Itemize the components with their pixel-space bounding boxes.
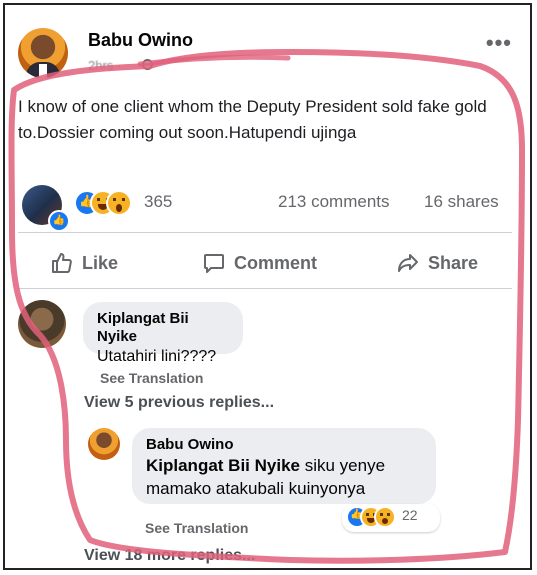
comment-label: Comment bbox=[234, 252, 318, 273]
author-avatar[interactable] bbox=[18, 28, 68, 78]
see-translation-link[interactable]: See Translation bbox=[100, 370, 203, 386]
comment-bubble-icon bbox=[204, 254, 224, 273]
reply-author-avatar[interactable] bbox=[88, 428, 120, 460]
more-options-icon[interactable]: ••• bbox=[486, 32, 512, 54]
thumbs-up-icon bbox=[52, 253, 72, 273]
see-translation-link[interactable]: See Translation bbox=[145, 520, 248, 536]
wow-reaction-icon bbox=[106, 190, 132, 216]
share-label: Share bbox=[428, 252, 479, 273]
facebook-post: Babu Owino 2hrs · ••• I know of one clie… bbox=[8, 10, 522, 564]
reply-text: Kiplangat Bii Nyike siku yenye mamako at… bbox=[146, 454, 422, 500]
reply-bubble: Babu Owino Kiplangat Bii Nyike siku yeny… bbox=[132, 428, 436, 504]
like-label: Like bbox=[82, 252, 119, 273]
divider bbox=[18, 232, 512, 233]
globe-icon bbox=[142, 59, 153, 70]
reply-reactions[interactable]: 22 bbox=[342, 504, 440, 532]
reply-mention[interactable]: Kiplangat Bii Nyike bbox=[146, 456, 300, 475]
comment-text: Utatahiri lini???? bbox=[97, 348, 217, 365]
like-badge-icon: 👍 bbox=[48, 210, 70, 232]
post-timestamp[interactable]: 2hrs · bbox=[88, 58, 121, 73]
reply-author[interactable]: Babu Owino bbox=[146, 436, 422, 454]
share-arrow-icon bbox=[398, 254, 418, 272]
view-more-replies-link[interactable]: View 18 more replies... bbox=[84, 547, 255, 565]
like-button[interactable]: Like bbox=[50, 248, 118, 278]
share-button[interactable]: Share bbox=[396, 248, 478, 278]
view-previous-replies-link[interactable]: View 5 previous replies... bbox=[84, 394, 274, 412]
comment-author[interactable]: Kiplangat Bii Nyike bbox=[97, 310, 229, 346]
commenter-avatar[interactable] bbox=[18, 300, 66, 348]
comment-bubble: Kiplangat Bii Nyike Utatahiri lini???? bbox=[83, 302, 243, 365]
post-text: I know of one client whom the Deputy Pre… bbox=[18, 97, 487, 142]
reaction-count[interactable]: 365 bbox=[144, 192, 172, 212]
reply-reaction-count: 22 bbox=[402, 507, 418, 523]
comments-count[interactable]: 213 comments bbox=[278, 192, 390, 212]
shares-count[interactable]: 16 shares bbox=[424, 192, 499, 212]
author-name[interactable]: Babu Owino bbox=[88, 30, 193, 51]
wow-reaction-icon bbox=[374, 506, 396, 528]
divider bbox=[18, 288, 512, 289]
comment-button[interactable]: Comment bbox=[202, 248, 317, 278]
